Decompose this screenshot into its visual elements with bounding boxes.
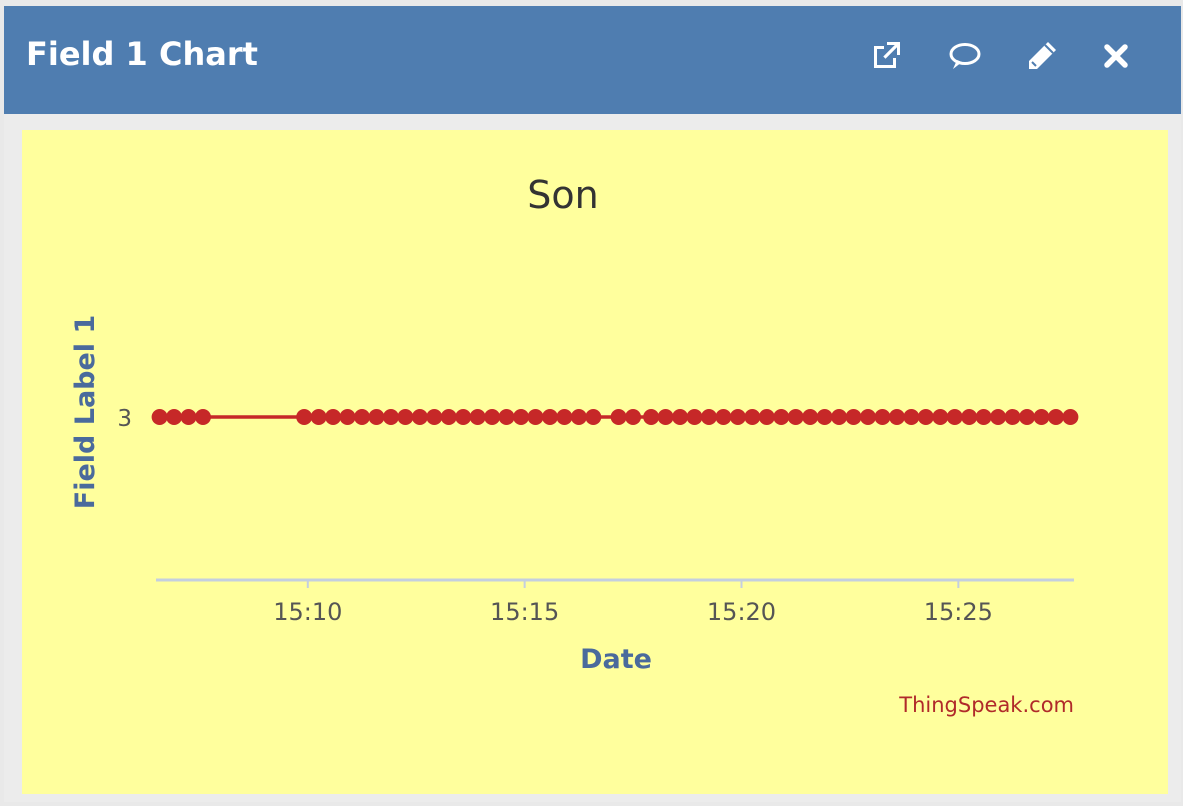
data-point[interactable] bbox=[296, 409, 313, 425]
data-point[interactable] bbox=[151, 409, 168, 425]
data-point[interactable] bbox=[570, 409, 587, 425]
data-point[interactable] bbox=[729, 409, 746, 425]
data-point[interactable] bbox=[802, 409, 819, 425]
data-point[interactable] bbox=[440, 409, 457, 425]
external-link-icon[interactable] bbox=[866, 36, 906, 76]
data-point[interactable] bbox=[339, 409, 356, 425]
data-point[interactable] bbox=[961, 409, 978, 425]
data-point[interactable] bbox=[469, 409, 486, 425]
data-point[interactable] bbox=[484, 409, 501, 425]
data-point[interactable] bbox=[744, 409, 761, 425]
data-point[interactable] bbox=[610, 409, 627, 425]
data-point[interactable] bbox=[498, 409, 515, 425]
data-point[interactable] bbox=[859, 409, 876, 425]
data-point[interactable] bbox=[657, 409, 674, 425]
data-point[interactable] bbox=[354, 409, 371, 425]
pencil-icon[interactable] bbox=[1022, 36, 1062, 76]
data-point[interactable] bbox=[787, 409, 804, 425]
data-point[interactable] bbox=[946, 409, 963, 425]
data-point[interactable] bbox=[1004, 409, 1021, 425]
data-point[interactable] bbox=[831, 409, 848, 425]
data-point[interactable] bbox=[411, 409, 428, 425]
chart: Son Field Label 1 Date 3 15:10 15:15 15:20… bbox=[70, 173, 1079, 717]
data-point[interactable] bbox=[715, 409, 732, 425]
comment-icon[interactable] bbox=[944, 36, 984, 76]
data-point[interactable] bbox=[625, 409, 642, 425]
data-point[interactable] bbox=[686, 409, 703, 425]
widget-title: Field 1 Chart bbox=[26, 35, 258, 73]
x-tick-label: 15:15 bbox=[490, 598, 559, 626]
data-point[interactable] bbox=[194, 409, 211, 425]
data-point[interactable] bbox=[513, 409, 530, 425]
data-point[interactable] bbox=[556, 409, 573, 425]
close-icon[interactable] bbox=[1096, 36, 1136, 76]
x-tick-label: 15:25 bbox=[924, 598, 993, 626]
data-point[interactable] bbox=[932, 409, 949, 425]
data-point[interactable] bbox=[975, 409, 992, 425]
chart-widget: Field 1 Chart Son Field Label 1 Date 3 1… bbox=[4, 6, 1181, 802]
data-point[interactable] bbox=[382, 409, 399, 425]
data-point[interactable] bbox=[903, 409, 920, 425]
data-point[interactable] bbox=[585, 409, 602, 425]
data-point[interactable] bbox=[310, 409, 327, 425]
thingspeak-watermark-link[interactable]: ThingSpeak.com bbox=[898, 693, 1074, 717]
data-point[interactable] bbox=[643, 409, 660, 425]
chart-title: Son bbox=[527, 173, 598, 217]
data-point[interactable] bbox=[397, 409, 414, 425]
y-axis-ticks: 3 bbox=[117, 406, 132, 432]
y-axis-label: Field Label 1 bbox=[70, 315, 101, 510]
data-point[interactable] bbox=[990, 409, 1007, 425]
widget-header: Field 1 Chart bbox=[4, 6, 1181, 114]
data-point[interactable] bbox=[888, 409, 905, 425]
data-point[interactable] bbox=[1033, 409, 1050, 425]
data-point[interactable] bbox=[758, 409, 775, 425]
x-tick-label: 15:10 bbox=[273, 598, 342, 626]
x-axis-ticks: 15:10 15:15 15:20 15:25 bbox=[273, 580, 993, 626]
data-point[interactable] bbox=[180, 409, 197, 425]
data-point[interactable] bbox=[527, 409, 544, 425]
data-point[interactable] bbox=[368, 409, 385, 425]
y-tick-label: 3 bbox=[117, 406, 132, 432]
data-point[interactable] bbox=[325, 409, 342, 425]
data-point[interactable] bbox=[845, 409, 862, 425]
data-point[interactable] bbox=[1062, 409, 1079, 425]
x-tick-label: 15:20 bbox=[707, 598, 776, 626]
data-point[interactable] bbox=[455, 409, 472, 425]
data-point[interactable] bbox=[1019, 409, 1036, 425]
data-point[interactable] bbox=[700, 409, 717, 425]
data-point[interactable] bbox=[816, 409, 833, 425]
data-point[interactable] bbox=[874, 409, 891, 425]
data-point[interactable] bbox=[773, 409, 790, 425]
data-point[interactable] bbox=[541, 409, 558, 425]
data-point[interactable] bbox=[672, 409, 689, 425]
data-point[interactable] bbox=[917, 409, 934, 425]
data-point[interactable] bbox=[1047, 409, 1064, 425]
data-point[interactable] bbox=[166, 409, 183, 425]
x-axis-label: Date bbox=[580, 644, 652, 675]
plot-panel: Son Field Label 1 Date 3 15:10 15:15 15:20… bbox=[22, 130, 1168, 794]
data-point[interactable] bbox=[426, 409, 443, 425]
